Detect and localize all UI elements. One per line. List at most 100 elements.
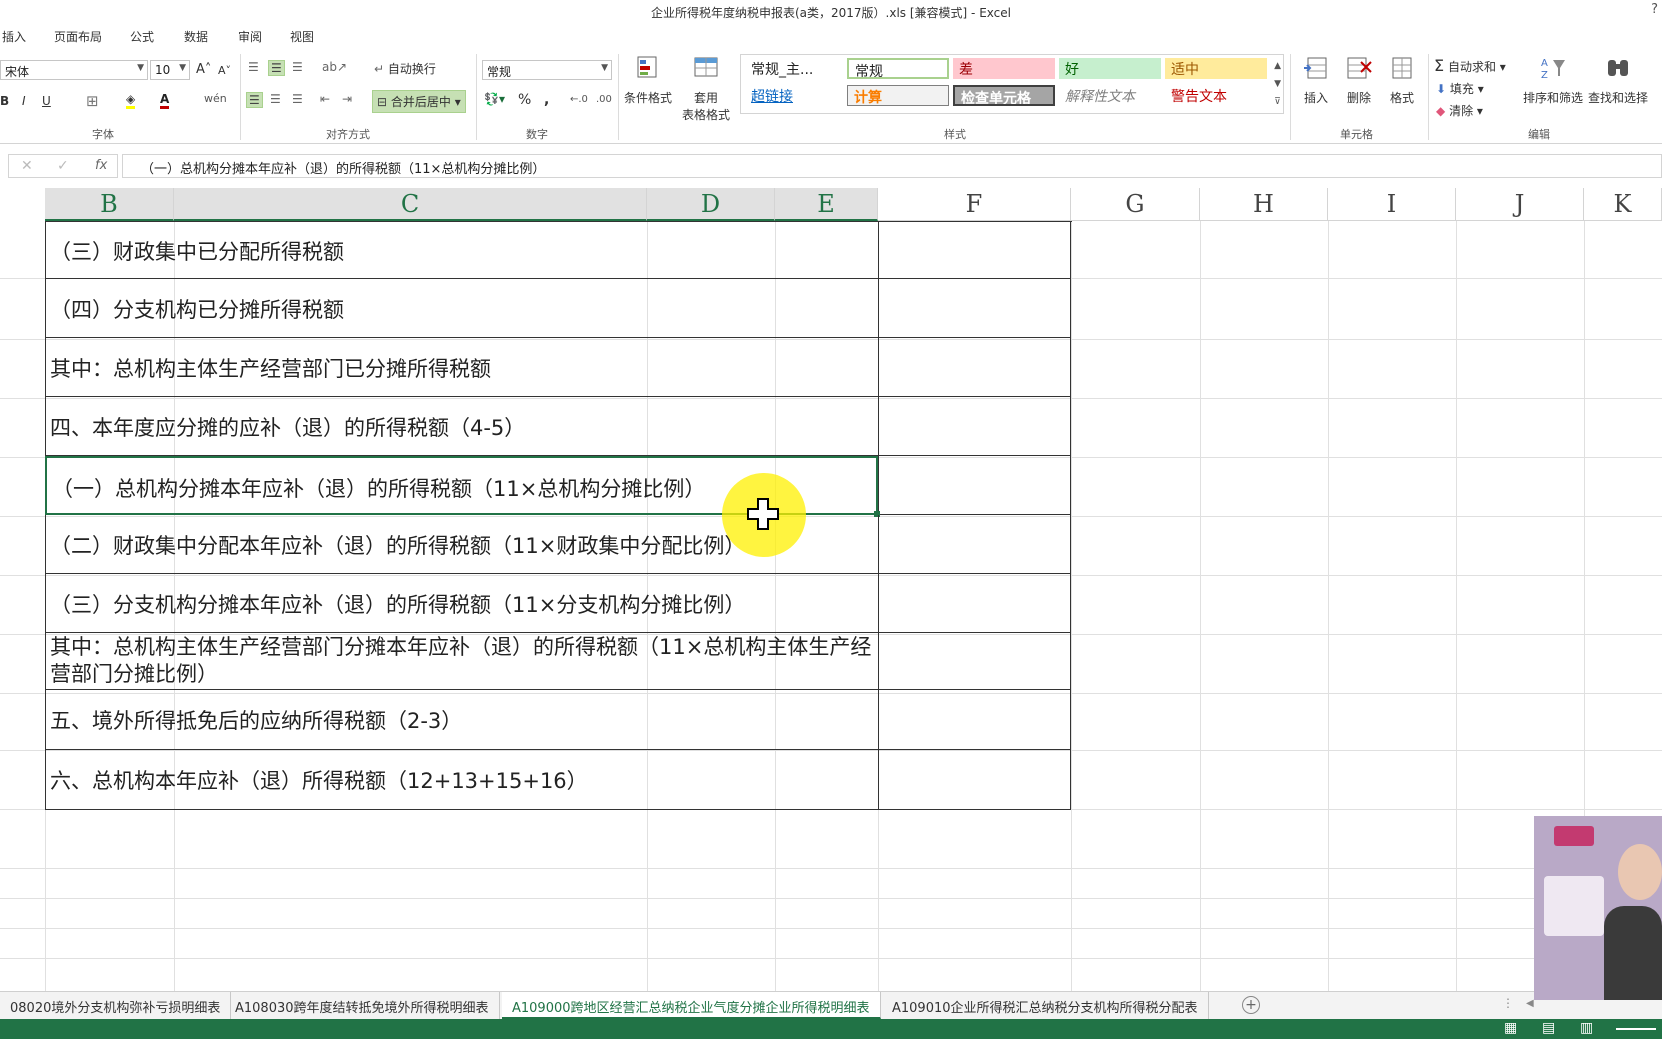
accounting-format-icon[interactable]: 💱▾ <box>484 92 505 106</box>
add-sheet-icon[interactable]: + <box>1242 996 1260 1014</box>
value-cell[interactable] <box>878 338 1071 397</box>
column-header-f[interactable]: F <box>878 188 1071 221</box>
page-layout-view-icon[interactable]: ▤ <box>1542 1020 1555 1036</box>
column-header-g[interactable]: G <box>1071 188 1200 221</box>
grow-font-icon[interactable]: A˄ <box>196 62 211 77</box>
font-name-combo[interactable]: 宋体 ▼ <box>0 60 148 80</box>
column-header-i[interactable]: I <box>1328 188 1456 221</box>
table-row[interactable]: （三）分支机构分摊本年应补（退）的所得税额（11×分支机构分摊比例） <box>45 574 878 633</box>
fill-button[interactable]: ⬇ 填充 ▾ <box>1436 80 1484 97</box>
style-bad[interactable]: 差 <box>953 58 1055 79</box>
page-break-view-icon[interactable]: ▥ <box>1580 1020 1593 1036</box>
align-right-icon[interactable]: ☰ <box>292 92 303 106</box>
function-icon[interactable]: fx <box>95 158 107 173</box>
delete-cells-button[interactable]: 删除 <box>1338 54 1380 106</box>
shrink-font-icon[interactable]: A˅ <box>218 64 231 77</box>
tab-data[interactable]: 数据 <box>184 28 208 45</box>
value-cell[interactable] <box>878 515 1071 574</box>
increase-indent-icon[interactable]: ⇥ <box>342 92 352 106</box>
table-row[interactable]: 四、本年度应分摊的应补（退）的所得税额（4-5） <box>45 397 878 456</box>
column-header-d[interactable]: D <box>647 188 775 221</box>
zoom-slider[interactable] <box>1616 1028 1656 1030</box>
table-row[interactable]: 其中：总机构主体生产经营部门已分摊所得税额 <box>45 338 878 397</box>
style-normal[interactable]: 常规 <box>847 58 949 79</box>
column-header-c[interactable]: C <box>174 188 647 221</box>
column-header-h[interactable]: H <box>1200 188 1328 221</box>
format-cells-button[interactable]: 格式 <box>1382 54 1422 106</box>
value-cell[interactable] <box>878 279 1071 338</box>
insert-cells-button[interactable]: 插入 <box>1296 54 1336 106</box>
comma-style-icon[interactable]: , <box>544 92 549 108</box>
style-normal-main[interactable]: 常规_主... <box>745 58 841 79</box>
decrease-indent-icon[interactable]: ⇤ <box>320 92 330 106</box>
style-good[interactable]: 好 <box>1059 58 1161 79</box>
style-hyperlink[interactable]: 超链接 <box>745 85 841 106</box>
table-row[interactable]: （三）财政集中已分配所得税额 <box>45 221 878 279</box>
align-middle-icon[interactable]: ☰ <box>268 60 285 76</box>
italic-icon[interactable]: I <box>22 94 26 108</box>
style-calculation[interactable]: 计算 <box>847 85 949 106</box>
more-icon[interactable]: ⋮ <box>1502 996 1514 1010</box>
sheet-tab-active[interactable]: A109000跨地区经营汇总纳税企业气度分摊企业所得税明细表 <box>502 992 881 1019</box>
value-cell[interactable] <box>878 633 1071 690</box>
bold-icon[interactable]: B <box>0 94 9 108</box>
formula-input[interactable]: （一）总机构分摊本年应补（退）的所得税额（11×总机构分摊比例） <box>122 154 1662 178</box>
column-header-j[interactable]: J <box>1456 188 1584 221</box>
font-color-icon[interactable]: A <box>160 92 170 109</box>
table-row[interactable]: （四）分支机构已分摊所得税额 <box>45 279 878 338</box>
phonetic-icon[interactable]: wén <box>204 92 227 105</box>
help-icon[interactable]: ? <box>1651 2 1658 17</box>
table-row[interactable]: 其中：总机构主体生产经营部门分摊本年应补（退）的所得税额（11×总机构主体生产经… <box>45 633 878 690</box>
spreadsheet-grid[interactable]: B C D E F G H I J K （三）财政集中已分配所得税额 （四）分支… <box>0 188 1662 991</box>
merge-center-button[interactable]: ⊟ 合并后居中 ▾ <box>372 90 466 113</box>
scroll-left-icon[interactable]: ◀ <box>1526 998 1534 1009</box>
align-bottom-icon[interactable]: ☰ <box>292 60 303 74</box>
sheet-tab[interactable]: A108030跨年度结转抵免境外所得税明细表 <box>225 992 500 1019</box>
number-format-combo[interactable]: 常规 ▼ <box>482 60 612 80</box>
value-cell[interactable] <box>878 397 1071 456</box>
tab-formulas[interactable]: 公式 <box>130 28 154 45</box>
column-header-e[interactable]: E <box>775 188 878 221</box>
normal-view-icon[interactable]: ▦ <box>1504 1020 1517 1036</box>
clear-button[interactable]: ◆ 清除 ▾ <box>1436 102 1483 119</box>
sort-filter-button[interactable]: A Z 排序和筛选 <box>1520 54 1586 106</box>
tab-view[interactable]: 视图 <box>290 28 314 45</box>
sheet-tab[interactable]: A109010企业所得税汇总纳税分支机构所得税分配表 <box>882 992 1209 1019</box>
style-neutral[interactable]: 适中 <box>1165 58 1267 79</box>
conditional-format-button[interactable]: 条件格式 <box>622 54 674 106</box>
font-size-combo[interactable]: 10 ▼ <box>150 60 190 80</box>
value-cell[interactable] <box>878 574 1071 633</box>
tab-page-layout[interactable]: 页面布局 <box>54 28 102 45</box>
fill-color-icon[interactable]: ◈ <box>126 92 136 109</box>
style-check-cell[interactable]: 检查单元格 <box>953 85 1055 106</box>
orientation-icon[interactable]: ab↗ <box>322 60 347 74</box>
column-header-k[interactable]: K <box>1584 188 1662 221</box>
style-warning[interactable]: 警告文本 <box>1165 85 1267 106</box>
tab-insert[interactable]: 插入 <box>2 28 26 45</box>
column-header-b[interactable]: B <box>45 188 174 221</box>
style-explanatory[interactable]: 解释性文本 <box>1059 85 1161 106</box>
autosum-button[interactable]: Σ 自动求和 ▾ <box>1434 56 1506 75</box>
wrap-text-button[interactable]: ↵ 自动换行 <box>374 60 436 77</box>
align-top-icon[interactable]: ☰ <box>248 60 259 74</box>
gallery-scroll[interactable]: ▲ ▼ ⊽ <box>1274 57 1281 111</box>
sheet-tab[interactable]: 08020境外分支机构弥补亏损明细表 <box>0 992 232 1019</box>
border-icon[interactable]: ⊞ <box>86 92 99 110</box>
value-cell[interactable] <box>878 456 1071 515</box>
decrease-decimal-icon[interactable]: .00 <box>596 94 612 105</box>
confirm-icon[interactable]: ✓ <box>57 158 69 174</box>
cancel-icon[interactable]: ✕ <box>21 158 33 174</box>
table-row[interactable]: 六、总机构本年应补（退）所得税额（12+13+15+16） <box>45 750 878 810</box>
table-row[interactable]: 五、境外所得抵免后的应纳所得税额（2-3） <box>45 690 878 750</box>
value-cell[interactable] <box>878 690 1071 750</box>
increase-decimal-icon[interactable]: ←.0 <box>570 94 588 105</box>
value-cell[interactable] <box>878 221 1071 279</box>
underline-icon[interactable]: U <box>42 94 51 108</box>
percent-icon[interactable]: % <box>518 92 531 108</box>
align-center-icon[interactable]: ☰ <box>270 92 281 106</box>
tab-review[interactable]: 审阅 <box>238 28 262 45</box>
value-cell[interactable] <box>878 750 1071 810</box>
table-format-button[interactable]: 套用 表格格式 <box>676 54 736 123</box>
align-left-icon[interactable]: ☰ <box>246 92 263 108</box>
find-select-button[interactable]: 查找和选择 <box>1586 54 1650 106</box>
